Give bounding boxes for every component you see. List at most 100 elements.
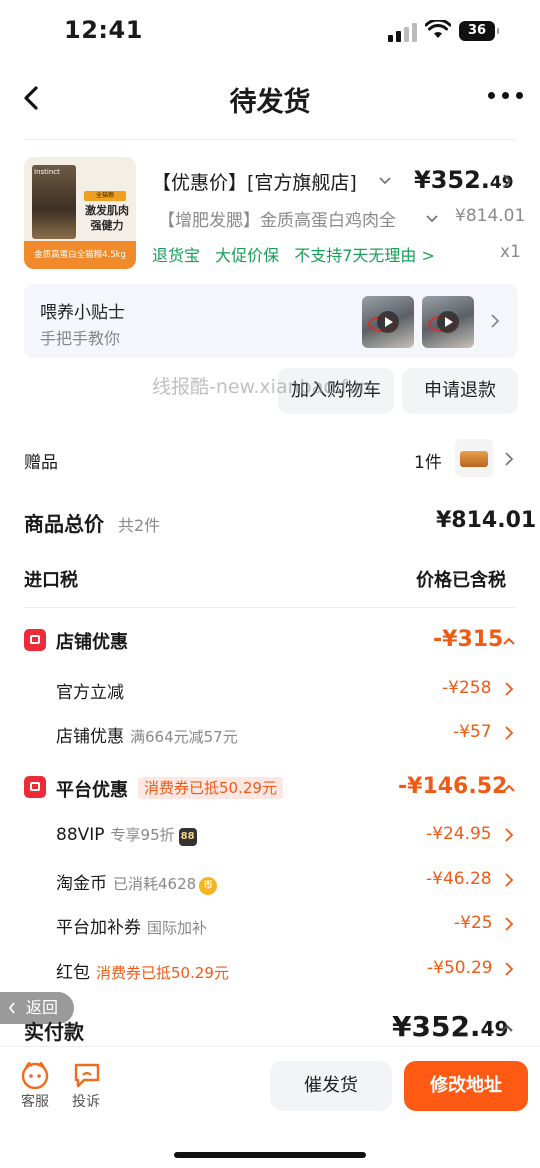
more-icon[interactable]	[488, 92, 524, 104]
video-thumbnail[interactable]	[362, 296, 414, 348]
discount-item-value: -¥46.28	[426, 869, 492, 889]
chevron-right-icon[interactable]	[504, 682, 514, 696]
chevron-down-icon[interactable]	[378, 176, 392, 186]
chevron-up-icon[interactable]	[502, 783, 516, 793]
product-thumbnail[interactable]: Instinct 全猫粮 激发肌肉 强健力 金质高蛋白全猫粮4.5kg	[24, 157, 136, 269]
total-label: 商品总价	[24, 512, 104, 536]
platform-icon	[24, 776, 46, 798]
chevron-right-icon[interactable]	[502, 174, 512, 188]
total-value: ¥814.01	[436, 508, 537, 533]
discount-item: 店铺优惠 满664元减57元	[56, 722, 238, 747]
store-discount-value: -¥315	[433, 627, 504, 652]
complaint-label[interactable]: 投诉	[72, 1091, 100, 1111]
product-bag-image	[32, 165, 76, 239]
discount-item-label: 88VIP	[56, 825, 105, 845]
thumb-promo: 激发肌肉 强健力	[78, 203, 136, 233]
chevron-left-icon	[8, 1002, 15, 1014]
product-quantity: x1	[500, 242, 521, 262]
product-subtitle[interactable]: 【增肥发腮】金质高蛋白鸡肉全	[158, 206, 414, 231]
payment-value: ¥352.49	[392, 1010, 508, 1043]
thumb-band: 金质高蛋白全猫粮4.5kg	[24, 241, 136, 269]
product-price: ¥352.49	[414, 166, 514, 194]
chevron-right-icon[interactable]	[504, 873, 514, 887]
chevron-right-icon	[491, 314, 500, 328]
original-price: ¥814.01	[455, 206, 526, 226]
discount-item-note: 已消耗4628	[113, 875, 197, 893]
discount-item-note: 满664元减57元	[130, 728, 238, 746]
chevron-right-icon[interactable]	[504, 828, 514, 842]
feeding-tips-card[interactable]: 喂养小贴士 手把手教你	[24, 284, 518, 358]
discount-item-label: 官方立减	[56, 683, 124, 703]
nav-bar: 待发货	[0, 62, 540, 138]
can-image	[460, 451, 488, 467]
discount-item: 官方立减	[56, 678, 124, 703]
back-pill-label: 返回	[26, 998, 59, 1017]
service-tag[interactable]: 大促价保	[215, 246, 279, 265]
service-tags[interactable]: 退货宝 大促价保 不支持7天无理由 >	[152, 242, 445, 266]
platform-discount-badge: 消费券已抵50.29元	[138, 777, 283, 799]
video-thumbnail[interactable]	[422, 296, 474, 348]
signal-icon	[388, 22, 418, 42]
tax-value: 价格已含税	[416, 570, 506, 591]
store-discount-title: 店铺优惠	[56, 632, 128, 653]
discount-item-value: -¥50.29	[427, 958, 493, 978]
customer-service-label[interactable]: 客服	[21, 1091, 49, 1111]
tips-subtitle: 手把手教你	[40, 329, 121, 348]
payment-int: ¥352.	[392, 1010, 481, 1043]
complaint-icon[interactable]	[72, 1061, 102, 1089]
thumb-badge: 全猫粮	[84, 191, 126, 201]
gift-image[interactable]	[455, 439, 493, 477]
payment-label: 实付款	[24, 1020, 84, 1044]
play-icon	[377, 311, 399, 333]
chevron-up-icon[interactable]	[502, 636, 516, 646]
chevron-up-icon[interactable]	[500, 1023, 514, 1033]
discount-item-label: 店铺优惠	[56, 727, 124, 747]
home-indicator	[174, 1152, 366, 1158]
gift-count: 1件	[414, 453, 442, 473]
chevron-right-icon[interactable]	[504, 962, 514, 976]
add-to-cart-button[interactable]: 加入购物车	[278, 368, 394, 414]
page-title: 待发货	[229, 87, 311, 118]
thumb-promo-line2: 强健力	[90, 219, 124, 232]
platform-discount-title: 平台优惠	[56, 780, 128, 801]
tax-label: 进口税	[24, 570, 78, 591]
discount-item-label: 淘金币	[56, 874, 107, 894]
urge-shipping-button[interactable]: 催发货	[270, 1061, 392, 1111]
chevron-right-icon[interactable]	[504, 726, 514, 740]
play-icon	[437, 311, 459, 333]
discount-item: 淘金币 已消耗4628 币	[56, 869, 218, 895]
wifi-icon	[425, 20, 451, 38]
discount-item-value: -¥258	[442, 678, 492, 698]
service-tag[interactable]: 退货宝	[152, 246, 200, 265]
discount-item-label: 平台加补券	[56, 918, 141, 938]
chevron-right-icon[interactable]	[504, 452, 514, 466]
divider	[24, 139, 516, 140]
discount-item: 平台加补券 国际加补	[56, 913, 207, 938]
platform-discount-value: -¥146.52	[398, 774, 508, 799]
discount-item-note: 国际加补	[147, 919, 208, 937]
bottom-bar: 客服 投诉 催发货 修改地址	[0, 1046, 540, 1168]
modify-address-button[interactable]: 修改地址	[404, 1061, 528, 1111]
gift-label: 赠品	[24, 453, 58, 473]
discount-item-note: 消费券已抵50.29元	[96, 964, 229, 982]
discount-item: 红包 消费券已抵50.29元	[56, 958, 229, 983]
customer-service-icon[interactable]	[20, 1061, 50, 1089]
coin-icon: 币	[199, 877, 218, 895]
status-bar: 12:41 36	[0, 0, 540, 62]
refund-button[interactable]: 申请退款	[402, 368, 518, 414]
product-title[interactable]: 【优惠价】[官方旗舰店]	[152, 168, 362, 195]
discount-item-note: 专享95折	[110, 826, 175, 844]
product-card[interactable]: Instinct 全猫粮 激发肌肉 强健力 金质高蛋白全猫粮4.5kg 【优惠价…	[0, 150, 540, 280]
service-tag[interactable]: 不支持7天无理由 >	[294, 246, 435, 265]
store-icon	[24, 629, 46, 651]
chevron-right-icon[interactable]	[504, 917, 514, 931]
battery-icon: 36	[459, 21, 499, 41]
discount-item: 88VIP 专享95折 88	[56, 824, 197, 846]
tips-title: 喂养小贴士	[40, 303, 125, 323]
thumb-promo-line1: 激发肌肉	[85, 204, 129, 217]
price-int: ¥352.	[414, 166, 490, 194]
divider	[24, 607, 516, 608]
brand-logo: Instinct	[34, 168, 60, 176]
chevron-down-icon[interactable]	[425, 214, 439, 224]
discount-item-label: 红包	[56, 963, 90, 983]
